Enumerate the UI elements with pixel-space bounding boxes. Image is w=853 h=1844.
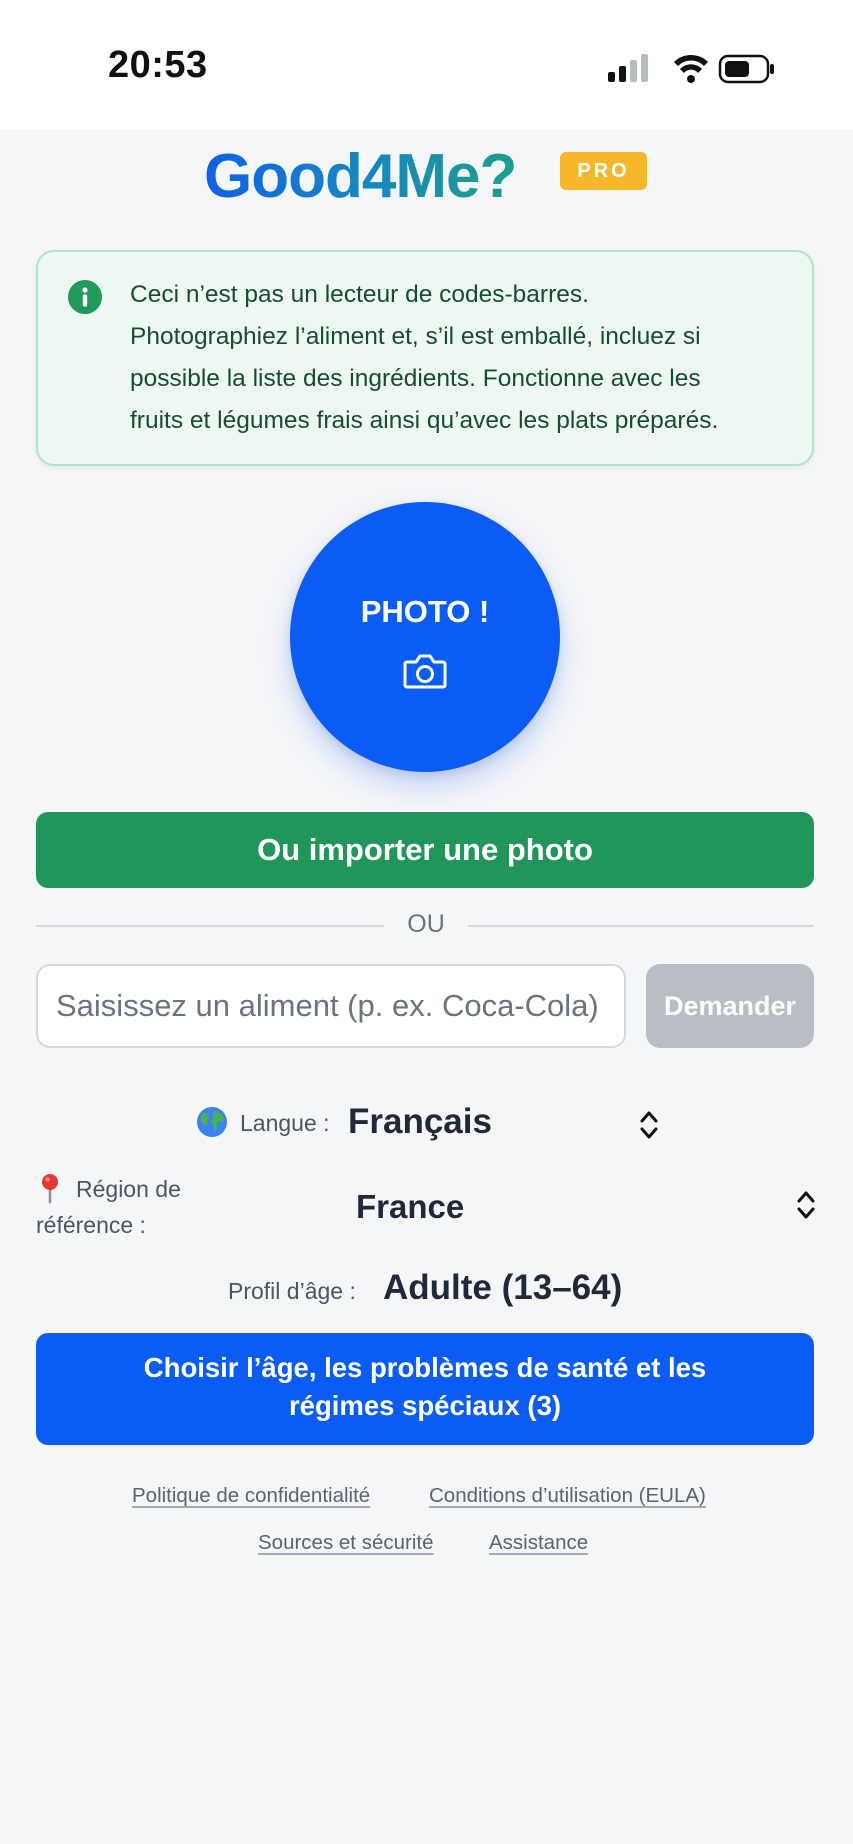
- status-icons: [608, 54, 774, 84]
- region-label-continued: référence :: [36, 1212, 146, 1238]
- food-search-input[interactable]: [36, 964, 626, 1048]
- language-label: Langue :: [240, 1110, 330, 1136]
- chevron-updown-icon[interactable]: [795, 1188, 817, 1222]
- app-logo: Good4Me?: [204, 142, 517, 211]
- info-icon: [68, 280, 102, 314]
- import-photo-button[interactable]: Ou importer une photo: [36, 812, 814, 888]
- app-header: Good4Me? PRO: [0, 130, 853, 230]
- age-profile-value: Adulte (13–64): [383, 1268, 623, 1307]
- language-select[interactable]: Français: [348, 1102, 492, 1142]
- divider-line-left: [36, 925, 384, 927]
- privacy-policy-link[interactable]: Politique de confidentialité: [132, 1484, 370, 1508]
- profile-button-line: régimes spéciaux (3): [288, 1390, 562, 1421]
- globe-icon: [197, 1107, 227, 1137]
- choose-profile-button[interactable]: Choisir l’âge, les problèmes de santé et…: [36, 1333, 814, 1445]
- battery-icon: [718, 54, 774, 84]
- sources-safety-link[interactable]: Sources et sécurité: [258, 1531, 433, 1555]
- wifi-icon: [674, 54, 708, 83]
- region-label: Région de: [76, 1176, 181, 1202]
- info-text: Ceci n’est pas un lecteur de codes-barre…: [130, 274, 796, 442]
- info-box: Ceci n’est pas un lecteur de codes-barre…: [36, 250, 814, 466]
- camera-icon: [403, 654, 447, 689]
- info-line: possible la liste des ingrédients. Fonct…: [130, 365, 701, 392]
- status-bar: 20:53: [0, 0, 853, 130]
- support-link[interactable]: Assistance: [489, 1531, 588, 1555]
- age-profile-label: Profil d’âge :: [228, 1278, 356, 1304]
- pro-badge: PRO: [560, 152, 647, 190]
- chevron-updown-icon[interactable]: [638, 1108, 660, 1142]
- terms-of-use-link[interactable]: Conditions d’utilisation (EULA): [429, 1484, 706, 1508]
- photo-button[interactable]: PHOTO !: [290, 502, 560, 772]
- info-line: Ceci n’est pas un lecteur de codes-barre…: [130, 281, 589, 308]
- cellular-signal-icon: [608, 54, 648, 82]
- ask-button[interactable]: Demander: [646, 964, 814, 1048]
- info-line: Photographiez l’aliment et, s’il est emb…: [130, 323, 701, 350]
- status-time: 20:53: [108, 44, 208, 86]
- divider-line-right: [468, 925, 814, 927]
- photo-button-label: PHOTO !: [360, 594, 490, 629]
- region-select[interactable]: France: [356, 1188, 464, 1226]
- divider-label: OU: [407, 910, 445, 938]
- info-line: fruits et légumes frais ainsi qu’avec le…: [130, 407, 719, 434]
- map-pin-icon: [42, 1174, 58, 1204]
- profile-button-line: Choisir l’âge, les problèmes de santé et…: [143, 1352, 707, 1383]
